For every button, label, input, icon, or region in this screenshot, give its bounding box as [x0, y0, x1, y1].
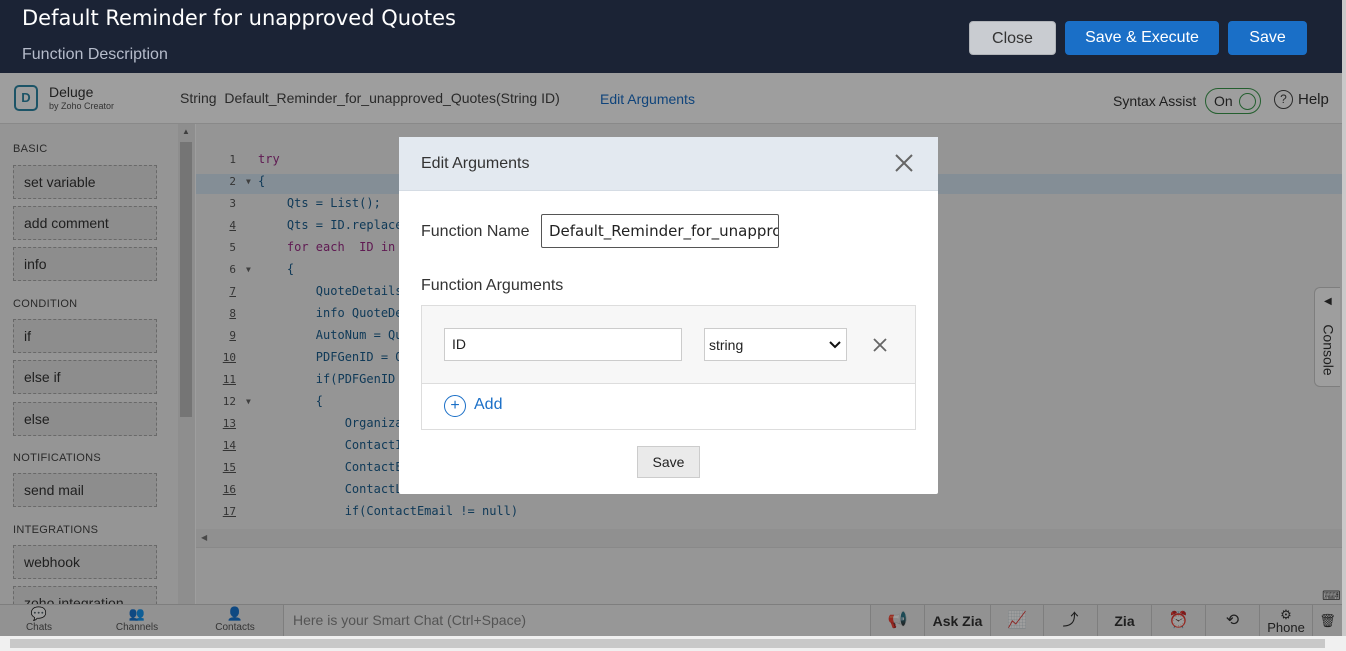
dialog-header: Edit Arguments [399, 137, 938, 191]
chevron-down-icon [829, 341, 841, 349]
dialog-title: Edit Arguments [421, 155, 530, 172]
close-button[interactable]: Close [969, 21, 1056, 55]
page-title: Default Reminder for unapproved Quotes [22, 6, 456, 30]
page-horizontal-scrollbar[interactable] [0, 636, 1346, 651]
close-icon[interactable] [892, 151, 916, 175]
dialog-save-button[interactable]: Save [637, 446, 700, 478]
function-arguments-label: Function Arguments [421, 277, 564, 294]
page-header: Default Reminder for unapproved Quotes F… [0, 0, 1342, 73]
add-argument-label: Add [474, 396, 503, 413]
save-button[interactable]: Save [1228, 21, 1307, 55]
function-name-input[interactable]: Default_Reminder_for_unapproved_Quotes [541, 214, 779, 248]
argument-row: ID string [422, 306, 915, 384]
remove-argument-icon[interactable] [871, 336, 889, 354]
plus-circle-icon: + [444, 395, 466, 417]
edit-arguments-dialog: Edit Arguments Function Name Default_Rem… [399, 137, 938, 494]
argument-name-input[interactable]: ID [444, 328, 682, 361]
save-execute-button[interactable]: Save & Execute [1065, 21, 1219, 55]
argument-type-select[interactable]: string [704, 328, 847, 361]
argument-type-value: string [709, 337, 744, 353]
function-name-label: Function Name [421, 223, 530, 240]
page-scroll-thumb[interactable] [10, 639, 1325, 648]
function-description[interactable]: Function Description [22, 46, 168, 64]
page-vertical-scrollbar[interactable] [1342, 0, 1346, 636]
arguments-list: ID string + Add [421, 305, 916, 430]
